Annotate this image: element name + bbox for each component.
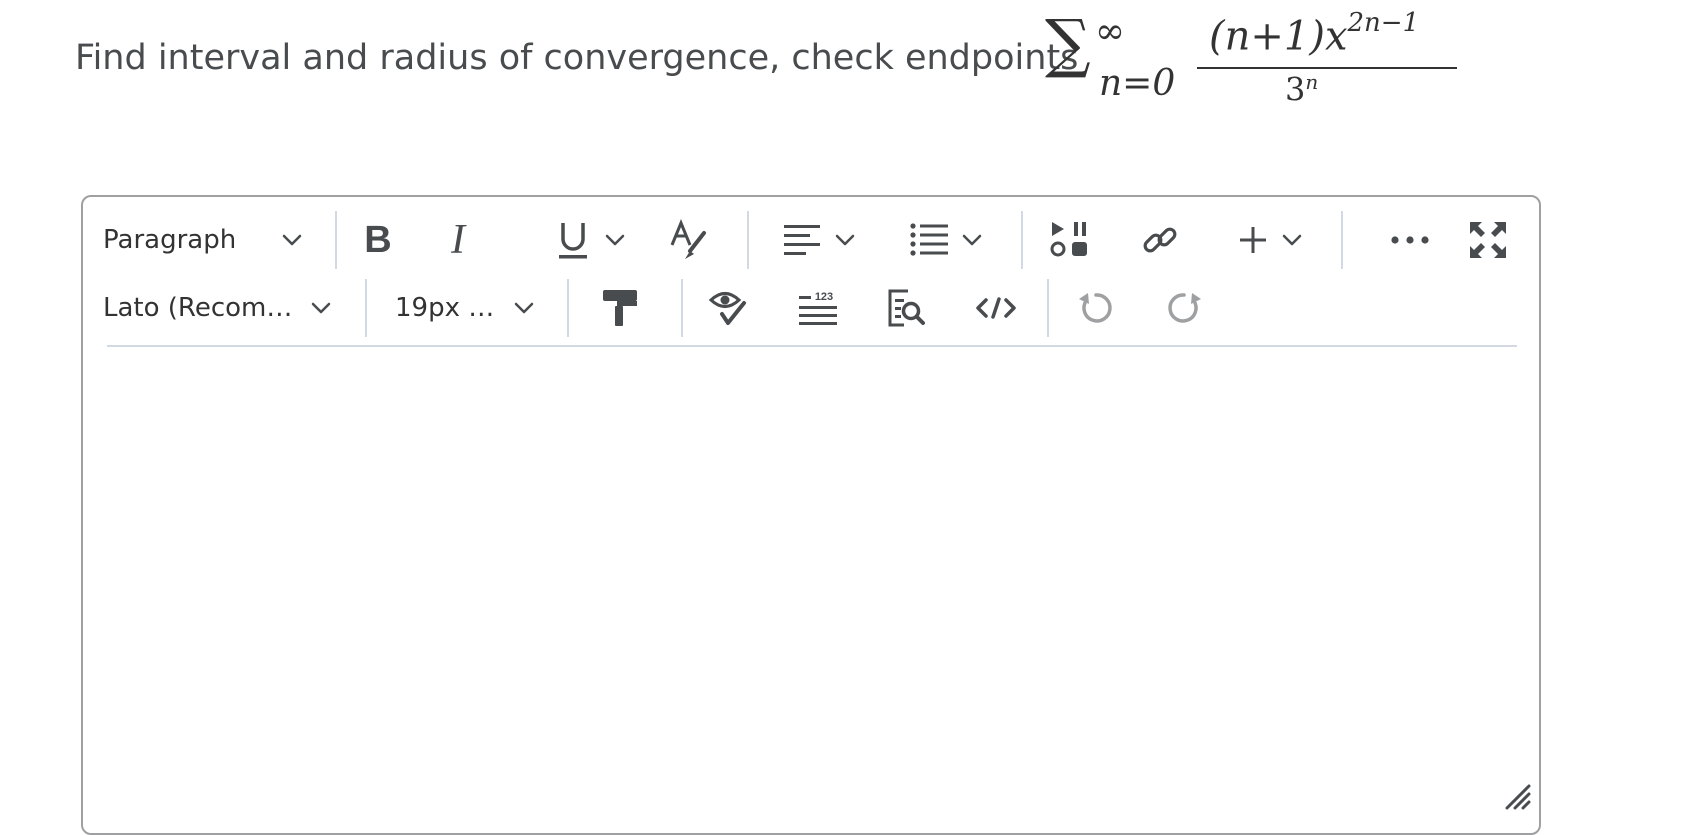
sum-upper-limit: ∞ — [1095, 11, 1125, 52]
svg-text:I: I — [450, 221, 467, 259]
toolbar-separator — [365, 279, 367, 337]
svg-text:B: B — [364, 222, 391, 258]
media-icon — [1050, 222, 1087, 257]
list-options-chevron[interactable] — [959, 227, 985, 253]
undo-button[interactable] — [1071, 283, 1121, 333]
accessibility-checker-button[interactable] — [703, 283, 753, 333]
sigma-symbol: ∑ — [1045, 7, 1091, 81]
chevron-down-icon[interactable] — [279, 227, 305, 253]
redo-icon — [1168, 293, 1201, 323]
more-button[interactable] — [1385, 215, 1435, 265]
format-painter-button[interactable] — [595, 283, 645, 333]
redo-button[interactable] — [1159, 283, 1209, 333]
word-count-icon: 123 — [799, 291, 837, 325]
italic-button[interactable]: I — [433, 215, 483, 265]
align-left-icon — [784, 225, 820, 255]
paragraph-dropdown-label: Paragraph — [103, 225, 237, 255]
toolbar-separator — [1047, 279, 1049, 337]
bold-button[interactable]: B — [353, 215, 403, 265]
svg-text:123: 123 — [815, 291, 833, 303]
source-code-button[interactable] — [971, 283, 1021, 333]
underline-icon — [559, 223, 587, 259]
plus-icon — [1240, 227, 1266, 253]
numerator-base: (n+1)x — [1209, 13, 1348, 60]
underline-options-chevron[interactable] — [602, 227, 628, 253]
insert-button[interactable] — [1233, 215, 1273, 265]
numerator-exponent: 2n−1 — [1347, 8, 1420, 38]
resize-handle-icon — [1505, 784, 1531, 810]
undo-icon — [1079, 293, 1112, 323]
chevron-down-icon[interactable] — [511, 295, 537, 321]
bulleted-list-icon — [910, 223, 948, 256]
preview-button[interactable] — [881, 283, 931, 333]
fraction-bar — [1197, 67, 1457, 69]
editor-content-area[interactable] — [107, 349, 1517, 769]
chevron-down-icon[interactable] — [308, 295, 334, 321]
bold-icon: B — [364, 222, 391, 258]
insert-media-button[interactable] — [1045, 215, 1095, 265]
toolbar-separator — [1341, 211, 1343, 269]
insert-options-chevron[interactable] — [1279, 227, 1305, 253]
italic-icon: I — [450, 221, 467, 259]
font-family-dropdown-label: Lato (Recom… — [103, 293, 293, 323]
more-icon — [1391, 236, 1429, 244]
underline-button[interactable] — [548, 215, 598, 265]
toolbar-separator — [747, 211, 749, 269]
align-button[interactable] — [778, 215, 828, 265]
source-code-icon — [976, 297, 1016, 319]
sum-lower-limit: n=0 — [1099, 63, 1176, 104]
font-size-dropdown-label: 19px … — [395, 293, 495, 323]
word-count-button[interactable]: 123 — [793, 283, 843, 333]
resize-handle[interactable] — [1503, 782, 1535, 829]
fraction-numerator: (n+1)x2n−1 — [1209, 10, 1419, 60]
paragraph-dropdown[interactable]: Paragraph — [103, 215, 303, 265]
fullscreen-button[interactable] — [1463, 215, 1513, 265]
preview-icon — [888, 289, 925, 327]
series-formula: ∑ ∞ n=0 (n+1)x2n−1 3n — [1045, 0, 1457, 120]
toolbar-separator — [1021, 211, 1023, 269]
toolbar-divider — [107, 345, 1517, 347]
list-button[interactable] — [905, 215, 955, 265]
accessibility-checker-icon — [708, 292, 746, 325]
align-options-chevron[interactable] — [832, 227, 858, 253]
denominator-base: 3 — [1285, 70, 1306, 109]
text-color-icon — [670, 219, 706, 259]
question-text: Find interval and radius of convergence,… — [75, 38, 1079, 78]
fullscreen-icon — [1470, 222, 1506, 258]
rich-text-editor[interactable]: Paragraph B I Lato (Recom… 19px … 123 — [81, 195, 1541, 835]
denominator-exponent: n — [1305, 70, 1319, 94]
fraction-denominator: 3n — [1285, 72, 1318, 106]
toolbar-separator — [335, 211, 337, 269]
link-button[interactable] — [1135, 215, 1185, 265]
toolbar-separator — [567, 279, 569, 337]
toolbar-separator — [681, 279, 683, 337]
link-icon — [1143, 227, 1177, 253]
text-color-button[interactable] — [663, 215, 713, 265]
format-painter-icon — [603, 290, 637, 326]
